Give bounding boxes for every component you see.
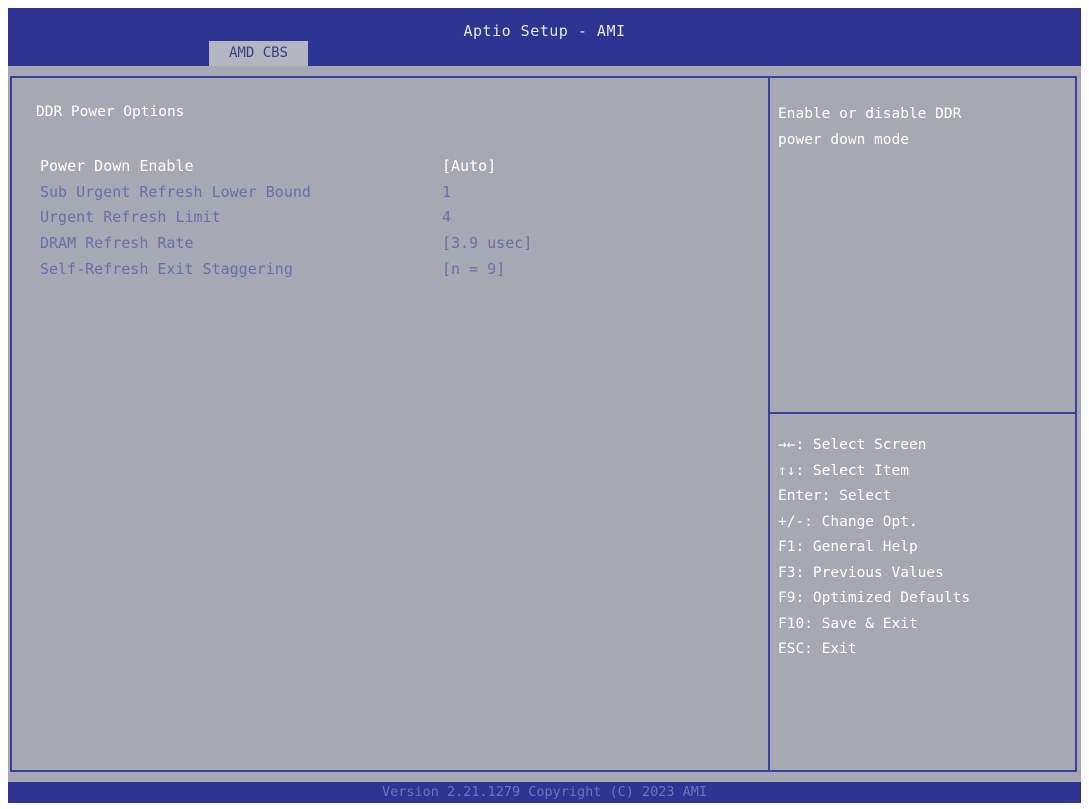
option-label: DRAM Refresh Rate (40, 234, 194, 252)
vertical-divider (768, 78, 770, 770)
main-frame: DDR Power Options Power Down Enable [Aut… (10, 76, 1077, 772)
option-label: Self-Refresh Exit Staggering (40, 260, 293, 278)
key-select-screen: →←: Select Screen (778, 437, 927, 453)
key-change-opt: +/-: Change Opt. (778, 513, 918, 530)
tab-amd-cbs[interactable]: AMD CBS (209, 41, 308, 66)
key-enter-select: Enter: Select (778, 488, 892, 504)
option-value: [3.9 usec] (442, 234, 533, 252)
key-general-help: F1: General Help (778, 539, 918, 555)
section-title: DDR Power Options (36, 104, 185, 120)
option-value: [n = 9] (442, 260, 506, 278)
option-self-refresh-exit-staggering: Self-Refresh Exit Staggering [n = 9] (40, 257, 740, 281)
key-select-item: ↑↓: Select Item (778, 462, 909, 479)
help-line: power down mode (778, 132, 909, 148)
key-save-exit: F10: Save & Exit (778, 615, 918, 632)
option-power-down-enable[interactable]: Power Down Enable [Auto] (40, 154, 740, 178)
option-value: 4 (442, 208, 452, 226)
help-line: Enable or disable DDR (778, 106, 962, 122)
key-esc-exit: ESC: Exit (778, 641, 857, 657)
horizontal-divider (770, 412, 1075, 414)
key-optimized-defaults: F9: Optimized Defaults (778, 590, 971, 606)
bios-setup-screen: Aptio Setup - AMI AMD CBS DDR Power Opti… (8, 8, 1081, 803)
option-value[interactable]: [Auto] (442, 154, 496, 178)
option-urgent-refresh-limit: Urgent Refresh Limit 4 (40, 205, 740, 229)
option-label: Sub Urgent Refresh Lower Bound (40, 183, 311, 201)
option-dram-refresh-rate: DRAM Refresh Rate [3.9 usec] (40, 231, 740, 255)
key-previous-values: F3: Previous Values (778, 564, 944, 581)
header-bar: Aptio Setup - AMI AMD CBS (8, 8, 1081, 66)
app-title: Aptio Setup - AMI (463, 22, 626, 40)
footer-bar: Version 2.21.1279 Copyright (C) 2023 AMI (8, 782, 1081, 803)
option-sub-urgent-refresh-lower-bound: Sub Urgent Refresh Lower Bound 1 (40, 180, 740, 204)
option-label: Urgent Refresh Limit (40, 208, 221, 226)
option-value: 1 (442, 183, 452, 201)
key-legend: →←: Select Screen ↑↓: Select Item Enter:… (778, 433, 1073, 663)
help-text: Enable or disable DDR power down mode (778, 101, 1068, 153)
version-copyright: Version 2.21.1279 Copyright (C) 2023 AMI (381, 784, 708, 800)
option-label: Power Down Enable (40, 157, 194, 175)
